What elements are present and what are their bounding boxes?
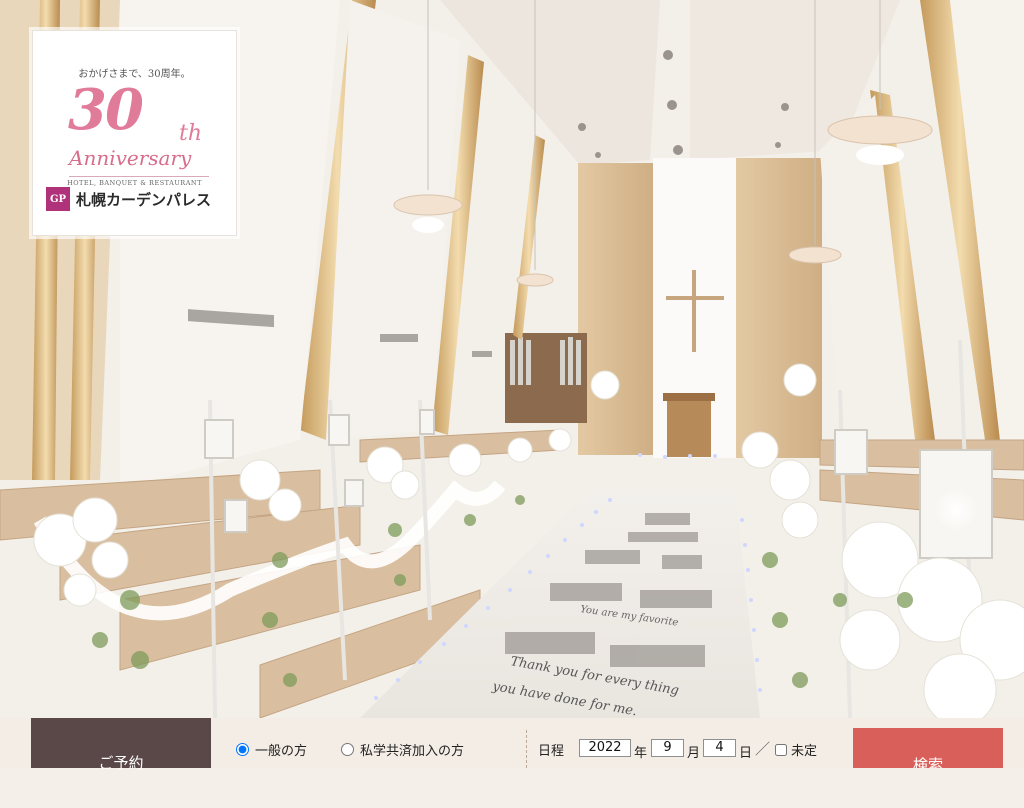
undecided-checkbox[interactable] [775,743,787,756]
logo-rule [69,176,209,177]
day-input[interactable] [703,739,736,757]
logo-suffix: th [179,121,203,146]
undecided-option[interactable]: 未定 [775,740,817,759]
option-member-label: 私学共済加入の方 [360,744,465,759]
year-input[interactable] [579,739,631,757]
undecided-label: 未定 [791,744,818,759]
hero-image: Thank you for every thing you have done … [0,0,1024,718]
option-member-radio[interactable] [341,743,354,756]
logo-subtitle: HOTEL, BANQUET & RESTAURANT [67,179,202,187]
option-member[interactable]: 私学共済加入の方 [341,740,464,759]
hotel-logo[interactable]: おかげさまで、30周年。 30 th Anniversary HOTEL, BA… [32,30,237,236]
option-general-radio[interactable] [236,743,249,756]
search-button[interactable]: 検索 [853,728,1003,768]
logo-number: 30 [68,77,144,143]
date-label: 日程 [538,744,565,759]
date-separator: ／ [755,740,771,758]
logo-anniversary: Anniversary [69,146,192,170]
brand-mark-icon: GP [46,187,70,211]
month-input[interactable] [651,739,684,757]
year-unit: 年 [634,746,648,761]
brand-name: 札幌カーデンパレス [76,190,212,209]
month-unit: 月 [687,746,701,761]
logo-brand: GP 札幌カーデンパレス [46,187,226,211]
reserve-tab[interactable]: ご予約 [31,718,211,772]
option-general[interactable]: 一般の方 [236,740,307,759]
option-general-label: 一般の方 [255,744,308,759]
booking-bar: ご予約 一般の方 私学共済加入の方 日程 年 月 日 ／ 未定 検索 [0,718,1024,772]
divider [526,730,528,768]
day-unit: 日 [739,746,753,761]
